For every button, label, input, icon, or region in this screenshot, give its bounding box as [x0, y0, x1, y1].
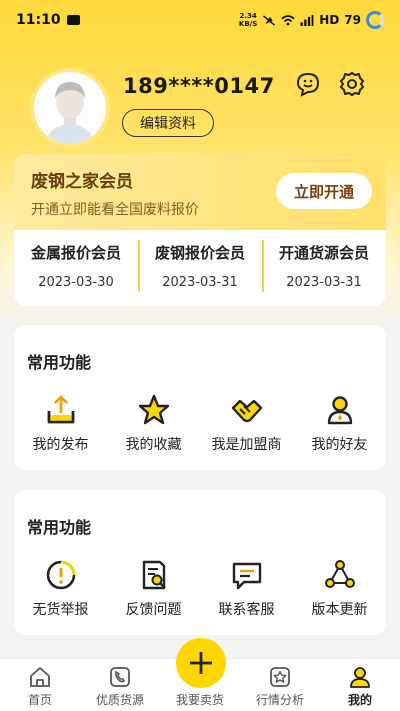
nav-item-market-analysis[interactable]: 行情分析: [240, 659, 320, 711]
report-no-stock-button[interactable]: 无货举报: [14, 558, 107, 619]
function-label: 我的发布: [32, 437, 89, 453]
wifi-icon: [281, 14, 295, 25]
my-friends-button[interactable]: 我的好友: [293, 393, 386, 454]
nav-item-home[interactable]: 首页: [0, 659, 80, 711]
function-label: 我的好友: [311, 437, 368, 453]
person-icon: [327, 396, 352, 425]
membership-date: 2023-03-31: [286, 275, 362, 290]
status-indicators: 2.34 KB/S HD 79: [239, 11, 384, 29]
membership-item-scrap-steel[interactable]: 废钢报价会员 2023-03-31: [138, 230, 262, 306]
nav-label: 优质货源: [95, 693, 144, 707]
membership-item-supply[interactable]: 开通货源会员 2023-03-31: [262, 230, 386, 306]
battery-icon: [366, 11, 384, 29]
function-label: 反馈问题: [125, 602, 182, 618]
section-title: 常用功能: [27, 518, 92, 537]
status-time: 11:10: [16, 12, 61, 28]
section-title: 常用功能: [27, 353, 92, 372]
membership-name: 开通货源会员: [278, 244, 369, 262]
hd-label: HD: [319, 13, 340, 27]
membership-list: 金属报价会员 2023-03-30 废钢报价会员 2023-03-31 开通货源…: [14, 230, 386, 306]
common-functions-card: 常用功能 我的发布 我的收藏 我是加盟商 我的好友: [14, 325, 386, 470]
membership-name: 金属报价会员: [30, 244, 121, 262]
edit-profile-button[interactable]: 编辑资料: [122, 109, 214, 137]
feedback-button[interactable]: 反馈问题: [107, 558, 200, 619]
avatar[interactable]: [30, 68, 110, 148]
triangle-nodes-icon: [324, 560, 355, 588]
membership-item-metal[interactable]: 金属报价会员 2023-03-30: [14, 230, 138, 306]
customer-service-button[interactable]: 联系客服: [200, 558, 293, 619]
membership-header: 废钢之家会员 开通立即能看全国废料报价 立即开通: [14, 154, 386, 230]
star-icon: [138, 394, 169, 425]
my-posts-button[interactable]: 我的发布: [14, 393, 107, 454]
net-speed-value: 2.34: [239, 12, 257, 20]
function-label: 我是加盟商: [211, 437, 282, 453]
plus-icon: [190, 652, 212, 674]
user-icon: [350, 667, 370, 688]
star-square-icon: [270, 667, 290, 687]
membership-title: 废钢之家会员: [31, 172, 133, 192]
status-bar: 11:10 2.34 KB/S HD 79: [0, 0, 400, 40]
franchisee-button[interactable]: 我是加盟商: [200, 393, 293, 454]
membership-date: 2023-03-31: [162, 275, 238, 290]
handshake-icon: [231, 399, 262, 423]
version-update-button[interactable]: 版本更新: [293, 558, 386, 619]
membership-subtitle: 开通立即能看全国废料报价: [31, 202, 199, 218]
phone-book-icon: [110, 667, 130, 687]
nav-label: 首页: [27, 693, 52, 707]
nav-item-mine[interactable]: 我的: [320, 659, 400, 711]
open-membership-button[interactable]: 立即开通: [276, 173, 372, 209]
nav-label: 行情分析: [255, 693, 304, 707]
mute-icon: [263, 14, 276, 26]
net-speed: 2.34 KB/S: [239, 12, 257, 28]
notification-icon: [66, 15, 80, 25]
common-functions-card-2: 常用功能 无货举报 反馈问题 联系客服 版本更新: [14, 490, 386, 635]
function-label: 版本更新: [311, 602, 368, 618]
function-label: 我的收藏: [125, 437, 182, 453]
nav-label: 我要卖货: [175, 693, 224, 707]
membership-date: 2023-03-30: [38, 275, 114, 290]
message-icon[interactable]: [294, 70, 322, 98]
alert-circle-icon: [46, 560, 75, 590]
battery-level: 79: [344, 13, 361, 27]
chat-icon: [232, 562, 261, 590]
function-label: 无货举报: [32, 602, 89, 618]
signal-icon: [300, 14, 314, 26]
avatar-person-icon: [34, 72, 106, 144]
net-speed-unit: KB/S: [238, 20, 258, 28]
user-phone: 189****0147: [123, 74, 275, 98]
upload-tray-icon: [47, 395, 74, 424]
function-grid: 无货举报 反馈问题 联系客服 版本更新: [14, 558, 386, 619]
sell-fab-button[interactable]: [176, 638, 226, 688]
settings-icon[interactable]: [338, 70, 366, 98]
membership-card: 废钢之家会员 开通立即能看全国废料报价 立即开通 金属报价会员 2023-03-…: [14, 154, 386, 306]
home-icon: [30, 667, 50, 687]
my-favorites-button[interactable]: 我的收藏: [107, 393, 200, 454]
nav-item-quality-supply[interactable]: 优质货源: [80, 659, 160, 711]
membership-name: 废钢报价会员: [154, 244, 245, 262]
function-label: 联系客服: [218, 602, 275, 618]
nav-label: 我的: [347, 693, 372, 707]
document-search-icon: [142, 560, 166, 590]
function-grid: 我的发布 我的收藏 我是加盟商 我的好友: [14, 393, 386, 454]
